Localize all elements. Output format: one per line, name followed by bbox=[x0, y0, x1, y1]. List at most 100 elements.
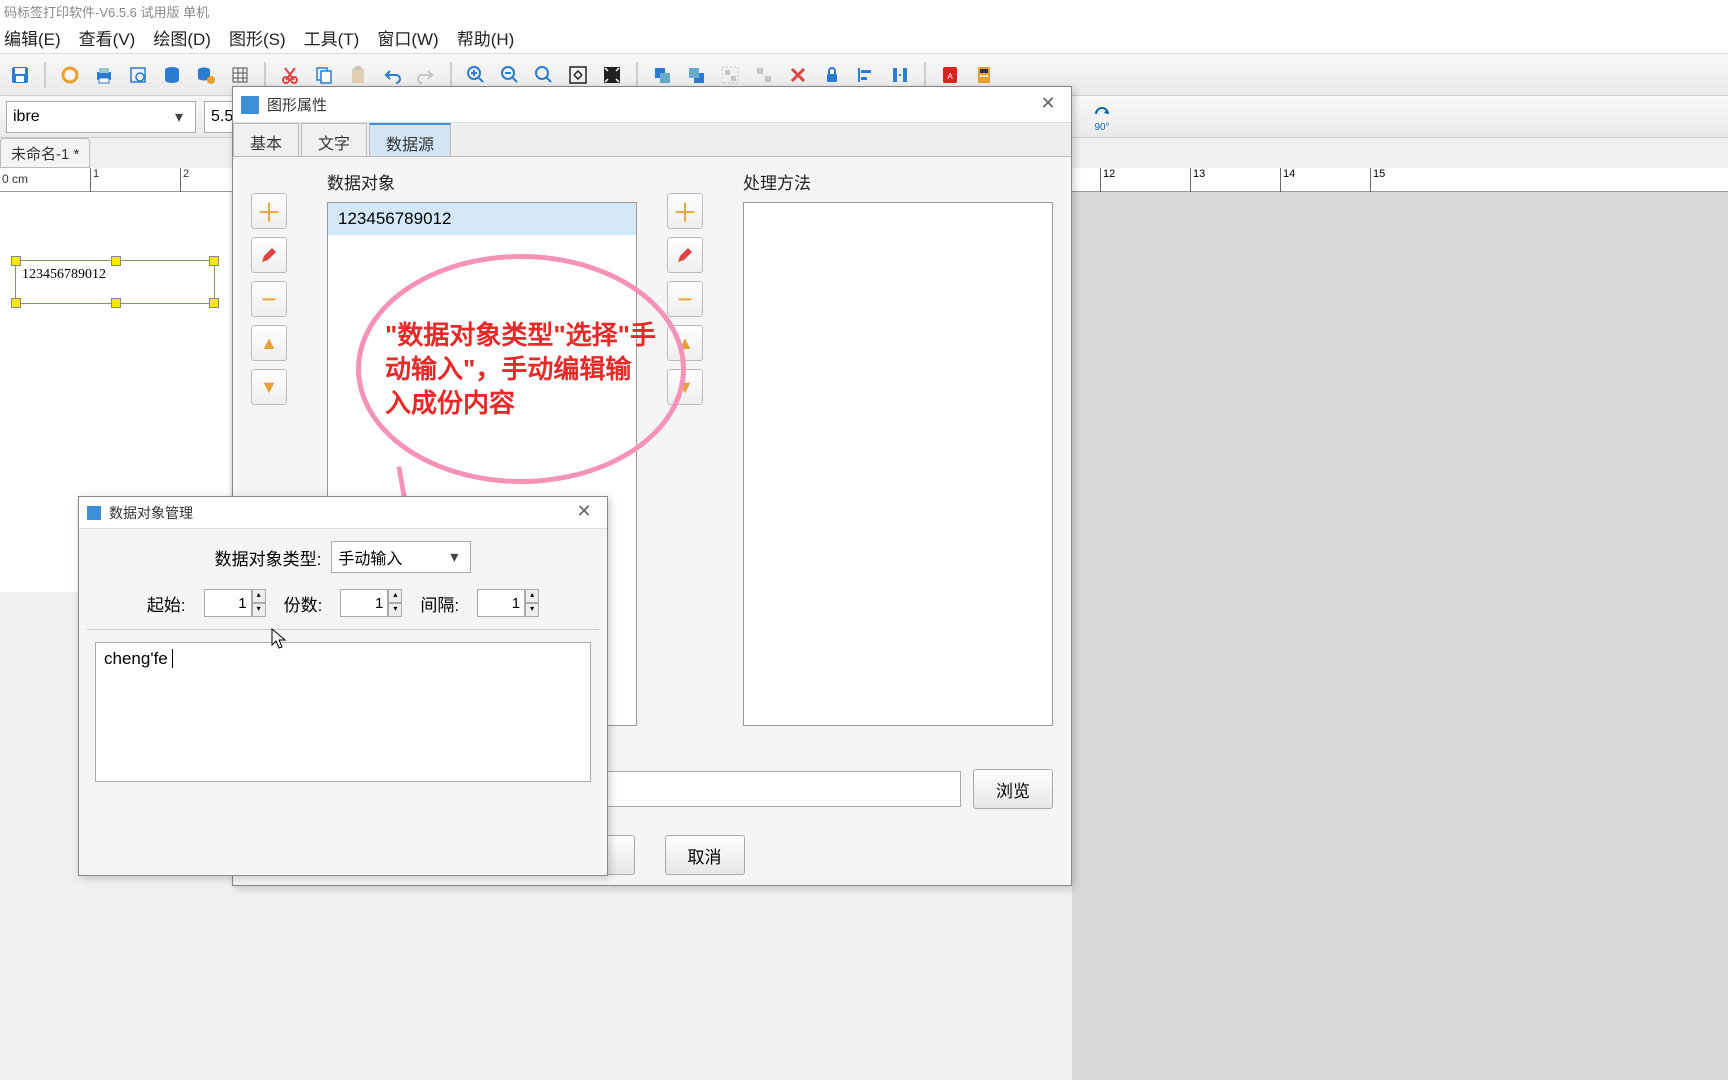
copies-input[interactable] bbox=[340, 589, 388, 617]
cancel-button[interactable]: 取消 bbox=[665, 835, 745, 875]
start-input[interactable] bbox=[204, 589, 252, 617]
spin-down-icon[interactable]: ▾ bbox=[525, 603, 539, 617]
type-label: 数据对象类型: bbox=[215, 545, 322, 570]
resize-handle[interactable] bbox=[209, 256, 219, 266]
spin-up-icon[interactable]: ▴ bbox=[252, 589, 266, 603]
spin-down-icon[interactable]: ▾ bbox=[388, 603, 402, 617]
menu-edit[interactable]: 编辑(E) bbox=[4, 25, 61, 50]
menu-shape[interactable]: 图形(S) bbox=[229, 25, 286, 50]
app-title: 码标签打印软件-V6.5.6 试用版 单机 bbox=[4, 5, 209, 20]
resize-handle[interactable] bbox=[11, 298, 21, 308]
copies-spinner[interactable]: ▴▾ bbox=[340, 589, 402, 617]
zoom-in-icon[interactable] bbox=[462, 61, 490, 89]
font-combo[interactable]: ibre ▾ bbox=[6, 101, 196, 133]
spin-up-icon[interactable]: ▴ bbox=[525, 589, 539, 603]
browse-button[interactable]: 浏览 bbox=[973, 769, 1053, 809]
start-spinner[interactable]: ▴▾ bbox=[204, 589, 266, 617]
add-button[interactable]: ＋ bbox=[667, 193, 703, 229]
tab-text[interactable]: 文字 bbox=[301, 123, 367, 156]
spin-up-icon[interactable]: ▴ bbox=[388, 589, 402, 603]
rotate-90-icon[interactable]: 90° bbox=[1088, 106, 1116, 138]
move-up-button[interactable]: ▲ bbox=[251, 325, 287, 361]
zoom-actual-icon[interactable] bbox=[530, 61, 558, 89]
close-icon[interactable]: ✕ bbox=[569, 501, 599, 525]
group-icon[interactable] bbox=[716, 61, 744, 89]
copy-icon[interactable] bbox=[310, 61, 338, 89]
process-method-list[interactable] bbox=[743, 202, 1053, 726]
font-size: 5.5 bbox=[211, 108, 233, 126]
dialog-title: 图形属性 bbox=[267, 94, 327, 115]
dialog-titlebar[interactable]: 图形属性 ✕ bbox=[233, 87, 1071, 123]
remove-button[interactable]: − bbox=[251, 281, 287, 317]
content-text: cheng'fe bbox=[104, 649, 168, 668]
zoom-out-icon[interactable] bbox=[496, 61, 524, 89]
interval-label: 间隔: bbox=[420, 591, 459, 616]
remove-button[interactable]: − bbox=[667, 281, 703, 317]
cut-icon[interactable] bbox=[276, 61, 304, 89]
dialog-title: 数据对象管理 bbox=[109, 503, 193, 523]
document-name: 未命名-1 * bbox=[11, 146, 79, 163]
database-gear-icon[interactable] bbox=[192, 61, 220, 89]
menubar: 编辑(E) 查看(V) 绘图(D) 图形(S) 工具(T) 窗口(W) 帮助(H… bbox=[0, 22, 1728, 54]
zoom-fitscreen-icon[interactable] bbox=[598, 61, 626, 89]
pdf-icon[interactable]: A bbox=[936, 61, 964, 89]
chevron-down-icon: ▾ bbox=[444, 547, 464, 567]
menu-tool[interactable]: 工具(T) bbox=[304, 25, 360, 50]
tabs: 基本 文字 数据源 bbox=[233, 123, 1071, 157]
resize-handle[interactable] bbox=[111, 256, 121, 266]
mouse-cursor-icon bbox=[271, 628, 287, 650]
interval-input[interactable] bbox=[477, 589, 525, 617]
tab-basic[interactable]: 基本 bbox=[233, 123, 299, 156]
selected-text-object[interactable]: 123456789012 bbox=[15, 260, 215, 304]
menu-help[interactable]: 帮助(H) bbox=[457, 25, 515, 50]
resize-handle[interactable] bbox=[209, 298, 219, 308]
type-combo[interactable]: 手动输入 ▾ bbox=[331, 541, 471, 573]
tab-datasource[interactable]: 数据源 bbox=[369, 123, 451, 156]
calculator-icon[interactable] bbox=[970, 61, 998, 89]
list-item[interactable]: 123456789012 bbox=[328, 203, 636, 235]
zoom-fit-icon[interactable] bbox=[564, 61, 592, 89]
preview-icon[interactable] bbox=[124, 61, 152, 89]
dialog-icon bbox=[87, 506, 101, 520]
menu-draw[interactable]: 绘图(D) bbox=[153, 25, 211, 50]
close-icon[interactable]: ✕ bbox=[1033, 93, 1063, 117]
redo-icon[interactable] bbox=[412, 61, 440, 89]
dialog-titlebar[interactable]: 数据对象管理 ✕ bbox=[79, 497, 607, 529]
lock-icon[interactable] bbox=[818, 61, 846, 89]
align-distribute-icon[interactable] bbox=[886, 61, 914, 89]
move-up-button[interactable]: ▲ bbox=[667, 325, 703, 361]
data-object-manage-dialog: 数据对象管理 ✕ 数据对象类型: 手动输入 ▾ 起始: ▴▾ 份数: ▴▾ 间隔… bbox=[78, 496, 608, 876]
undo-icon[interactable] bbox=[378, 61, 406, 89]
resize-handle[interactable] bbox=[111, 298, 121, 308]
delete-icon[interactable] bbox=[784, 61, 812, 89]
align-left-icon[interactable] bbox=[852, 61, 880, 89]
paste-icon[interactable] bbox=[344, 61, 372, 89]
edit-button[interactable] bbox=[667, 237, 703, 273]
ungroup-icon[interactable] bbox=[750, 61, 778, 89]
database-icon[interactable] bbox=[158, 61, 186, 89]
print-icon[interactable] bbox=[90, 61, 118, 89]
edit-button[interactable] bbox=[251, 237, 287, 273]
spin-down-icon[interactable]: ▾ bbox=[252, 603, 266, 617]
menu-window[interactable]: 窗口(W) bbox=[377, 25, 438, 50]
ruler-unit: 0 cm bbox=[2, 172, 28, 186]
document-tab[interactable]: 未命名-1 * bbox=[0, 138, 90, 168]
front-icon[interactable] bbox=[648, 61, 676, 89]
add-button[interactable]: ＋ bbox=[251, 193, 287, 229]
resize-handle[interactable] bbox=[11, 256, 21, 266]
interval-spinner[interactable]: ▴▾ bbox=[477, 589, 539, 617]
ruler-horizontal-right: 12 13 14 15 bbox=[1072, 168, 1728, 192]
menu-view[interactable]: 查看(V) bbox=[79, 25, 136, 50]
app-titlebar: 码标签打印软件-V6.5.6 试用版 单机 bbox=[0, 0, 1728, 22]
workspace-background bbox=[1072, 168, 1728, 1080]
back-icon[interactable] bbox=[682, 61, 710, 89]
move-down-button[interactable]: ▼ bbox=[667, 369, 703, 405]
gear-icon[interactable] bbox=[56, 61, 84, 89]
grid-icon[interactable] bbox=[226, 61, 254, 89]
content-textarea[interactable]: cheng'fe bbox=[95, 642, 591, 782]
move-down-button[interactable]: ▼ bbox=[251, 369, 287, 405]
divider bbox=[87, 629, 599, 630]
process-method-label: 处理方法 bbox=[743, 169, 1053, 194]
start-label: 起始: bbox=[147, 591, 186, 616]
save-icon[interactable] bbox=[6, 61, 34, 89]
